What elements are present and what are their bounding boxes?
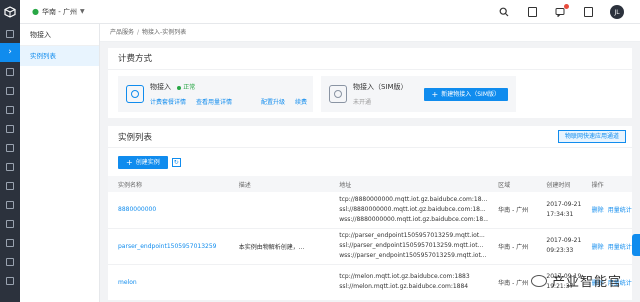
nav-icon-11[interactable] — [0, 252, 20, 271]
instance-region: 华南 - 广州 — [488, 192, 537, 229]
wechat-icon — [530, 274, 547, 287]
create-instance-button[interactable]: + 创建实例 — [118, 155, 168, 169]
location-pin-icon: ● — [32, 7, 39, 16]
message-icon[interactable] — [554, 4, 569, 18]
nav-icon-3[interactable] — [0, 100, 20, 119]
notification-badge — [564, 4, 569, 9]
nav-icon-8[interactable] — [0, 195, 20, 214]
col-created: 创建时间 — [546, 181, 571, 189]
main-content: 产品服务 / 物接入-实例列表 计费方式 物接入 正常 计费套餐详情 查看用量详情 — [100, 24, 640, 302]
chevron-down-icon: ▼ — [79, 8, 85, 15]
col-desc: 描述 — [238, 181, 251, 189]
col-name: 实例名称 — [118, 181, 143, 189]
nav-icon-5[interactable] — [0, 138, 20, 157]
instance-created: 2017-09-21 09:23:33 — [536, 228, 582, 265]
plan-status-sim: 未开通 — [353, 99, 372, 106]
usage-stats-link[interactable]: 用量统计 — [608, 205, 632, 214]
instance-address: tcp://8880000000.mqtt.iot.gz.baidubce.co… — [329, 192, 489, 229]
instance-name-link[interactable]: parser_endpoint1505957013259 — [118, 243, 216, 250]
product-sidebar: 物接入 实例列表 — [20, 24, 100, 302]
expand-menu-icon[interactable]: › — [0, 43, 20, 62]
breadcrumb-separator: / — [137, 29, 140, 36]
instance-region: 华南 - 广州 — [488, 228, 537, 265]
usage-detail-link[interactable]: 查看用量详情 — [196, 97, 232, 106]
document-icon[interactable] — [526, 6, 538, 18]
sidebar-title: 物接入 — [20, 24, 99, 46]
nav-icon-6[interactable] — [0, 157, 20, 176]
instance-list-title: 实例列表 — [118, 132, 153, 143]
plan-iot-hub: 物接入 正常 计费套餐详情 查看用量详情 配置升级 续费 — [118, 76, 313, 112]
table-row: parser_endpoint1505957013259 本实例由物解析创建，.… — [108, 228, 632, 265]
cloud-logo-icon[interactable] — [0, 0, 20, 24]
usage-stats-link[interactable]: 用量统计 — [608, 242, 632, 251]
breadcrumb-current: 物接入-实例列表 — [142, 29, 187, 36]
instance-region: 华南 - 广州 — [488, 264, 537, 300]
billing-card: 计费方式 物接入 正常 计费套餐详情 查看用量详情 配置升级 续费 物接入（SI… — [108, 48, 632, 118]
instance-address: tcp://melon.mqtt.iot.gz.baidubce.com:188… — [329, 264, 489, 300]
sidebar-item-instances[interactable]: 实例列表 — [20, 46, 99, 66]
upgrade-link[interactable]: 配置升级 — [261, 97, 285, 106]
quick-channel-button[interactable]: 物联网快速应用通道 — [557, 130, 626, 143]
col-address: 地址 — [339, 181, 352, 189]
plus-icon: + — [126, 157, 133, 167]
col-region: 区域 — [498, 181, 511, 189]
billing-detail-link[interactable]: 计费套餐详情 — [150, 97, 186, 106]
avatar[interactable]: JL — [610, 5, 624, 19]
nav-icon-1[interactable] — [0, 62, 20, 81]
feedback-tab[interactable] — [632, 234, 640, 256]
top-actions: JL — [498, 0, 624, 24]
plan-iot-hub-sim: 物接入（SIM版） 未开通 + 新建物接入（SIM版） — [321, 76, 516, 112]
status-badge: 正常 — [177, 84, 195, 91]
nav-icon-10[interactable] — [0, 233, 20, 252]
instance-created: 2017-09-21 17:34:31 — [536, 192, 582, 229]
breadcrumb: 产品服务 / 物接入-实例列表 — [100, 24, 640, 42]
refresh-icon[interactable]: ↻ — [171, 157, 181, 167]
nav-icon-12[interactable] — [0, 271, 20, 290]
instance-desc — [228, 264, 330, 300]
region-selector[interactable]: ● 华南 - 广州 ▼ — [32, 7, 85, 17]
billing-title: 计费方式 — [108, 48, 632, 70]
delete-link[interactable]: 删除 — [592, 205, 604, 214]
menu-grid-icon[interactable] — [0, 24, 20, 43]
instance-address: tcp://parser_endpoint1505957013259.mqtt.… — [329, 228, 489, 265]
search-icon[interactable] — [498, 6, 510, 18]
instance-name-link[interactable]: 8880000000 — [118, 206, 156, 213]
instance-name-link[interactable]: melon — [118, 279, 137, 286]
col-ops: 操作 — [591, 181, 604, 189]
nav-icon-9[interactable] — [0, 214, 20, 233]
plan-name-sim: 物接入（SIM版） — [353, 83, 408, 91]
instance-desc — [228, 192, 330, 229]
instance-desc: 本实例由物解析创建，... — [228, 228, 330, 265]
region-label: 华南 - 广州 — [41, 7, 77, 16]
nav-icon-7[interactable] — [0, 176, 20, 195]
nav-icon-4[interactable] — [0, 119, 20, 138]
iot-hub-icon — [126, 85, 144, 103]
table-row: 8880000000 tcp://8880000000.mqtt.iot.gz.… — [108, 192, 632, 229]
watermark: 产业智能官 — [530, 271, 622, 290]
renew-link[interactable]: 续费 — [295, 97, 307, 106]
sim-card-icon — [329, 85, 347, 103]
plan-name: 物接入 — [150, 83, 171, 91]
create-sim-button[interactable]: + 新建物接入（SIM版） — [423, 88, 508, 101]
breadcrumb-root[interactable]: 产品服务 — [110, 29, 134, 36]
watermark-text: 产业智能官 — [551, 275, 622, 290]
clipboard-icon[interactable] — [582, 6, 594, 18]
plus-icon: + — [431, 90, 439, 99]
nav-icon-2[interactable] — [0, 81, 20, 100]
top-bar: ● 华南 - 广州 ▼ JL — [20, 0, 640, 24]
global-nav-rail: › — [0, 0, 20, 302]
delete-link[interactable]: 删除 — [592, 242, 604, 251]
